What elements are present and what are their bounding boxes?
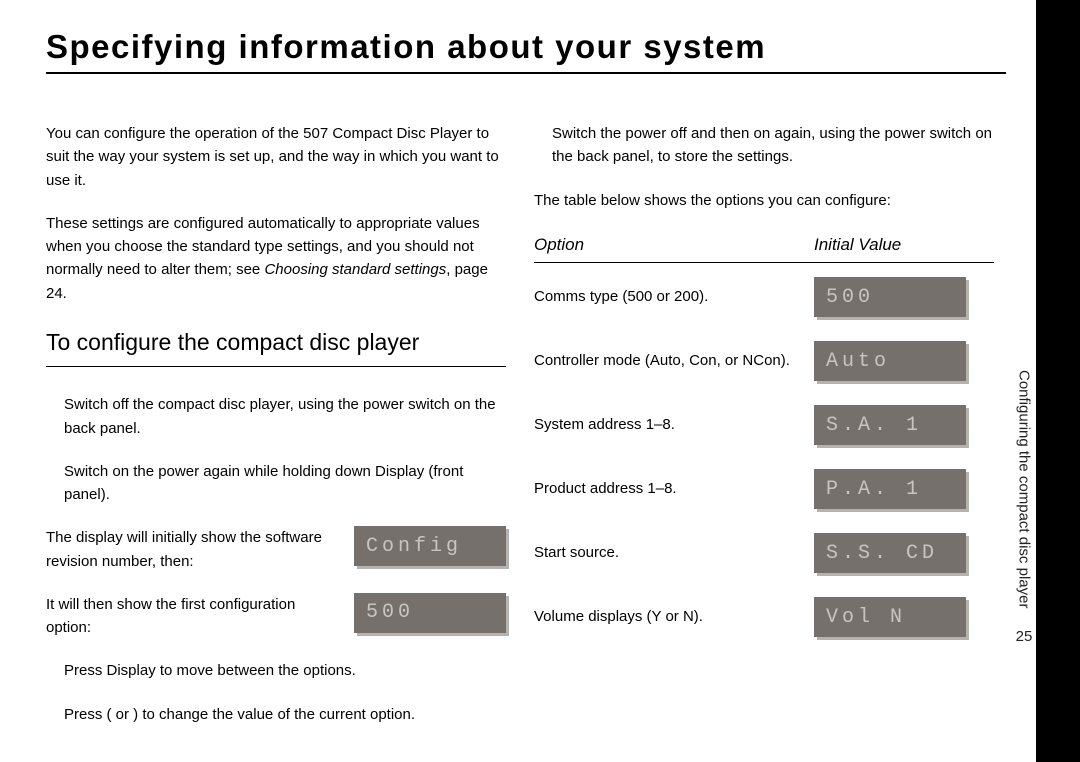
subheading: To configure the compact disc player — [46, 325, 506, 368]
step-1: Switch off the compact disc player, usin… — [64, 393, 506, 440]
option-label: Product address 1–8. — [534, 477, 814, 500]
step-3: Press Display to move between the option… — [64, 659, 506, 682]
lcd-value: 500 — [814, 277, 966, 317]
lcd-value: Auto — [814, 341, 966, 381]
display-row-config-text: The display will initially show the soft… — [46, 526, 342, 573]
table-row: Start source. S.S. CD — [534, 531, 994, 575]
table-row: Product address 1–8. P.A. 1 — [534, 467, 994, 511]
step-4: Press ( or ) to change the value of the … — [64, 703, 506, 726]
page-body: Specifying information about your system… — [46, 28, 1006, 738]
option-label: Comms type (500 or 200). — [534, 285, 814, 308]
page-number: 25 — [1010, 628, 1038, 645]
lcd-value: S.A. 1 — [814, 405, 966, 445]
option-label: Controller mode (Auto, Con, or NCon). — [534, 349, 814, 372]
lcd-value: S.S. CD — [814, 533, 966, 573]
table-row: Controller mode (Auto, Con, or NCon). Au… — [534, 339, 994, 383]
lcd-config: Config — [354, 526, 506, 566]
table-row: Volume displays (Y or N). Vol N — [534, 595, 994, 639]
side-section-text: Configuring the compact disc player — [1016, 370, 1033, 608]
head-option: Option — [534, 232, 814, 258]
right-column: Switch the power off and then on again, … — [534, 122, 994, 746]
right-p1: Switch the power off and then on again, … — [552, 122, 994, 169]
display-row-500: It will then show the first configuratio… — [46, 593, 506, 640]
option-label: System address 1–8. — [534, 413, 814, 436]
lcd-value: P.A. 1 — [814, 469, 966, 509]
table-row: Comms type (500 or 200). 500 — [534, 275, 994, 319]
table-row: System address 1–8. S.A. 1 — [534, 403, 994, 447]
right-p2: The table below shows the options you ca… — [534, 189, 994, 212]
intro-paragraph-1: You can configure the operation of the 5… — [46, 122, 506, 192]
side-section-label: Configuring the compact disc player 25 — [1010, 370, 1038, 645]
page-title: Specifying information about your system — [46, 28, 1006, 74]
option-label: Start source. — [534, 541, 814, 564]
step-2: Switch on the power again while holding … — [64, 460, 506, 507]
left-column: You can configure the operation of the 5… — [46, 122, 506, 746]
two-columns: You can configure the operation of the 5… — [46, 122, 1006, 746]
intro-paragraph-2-emphasis: Choosing standard settings — [264, 261, 446, 278]
lcd-value: Vol N — [814, 597, 966, 637]
option-label: Volume displays (Y or N). — [534, 605, 814, 628]
display-row-config: The display will initially show the soft… — [46, 526, 506, 573]
intro-paragraph-2: These settings are configured automatica… — [46, 212, 506, 305]
display-row-500-text: It will then show the first configuratio… — [46, 593, 342, 640]
side-black-tab — [1036, 0, 1080, 762]
head-initial-value: Initial Value — [814, 232, 984, 258]
lcd-500-left: 500 — [354, 593, 506, 633]
options-table-head: Option Initial Value — [534, 232, 994, 263]
